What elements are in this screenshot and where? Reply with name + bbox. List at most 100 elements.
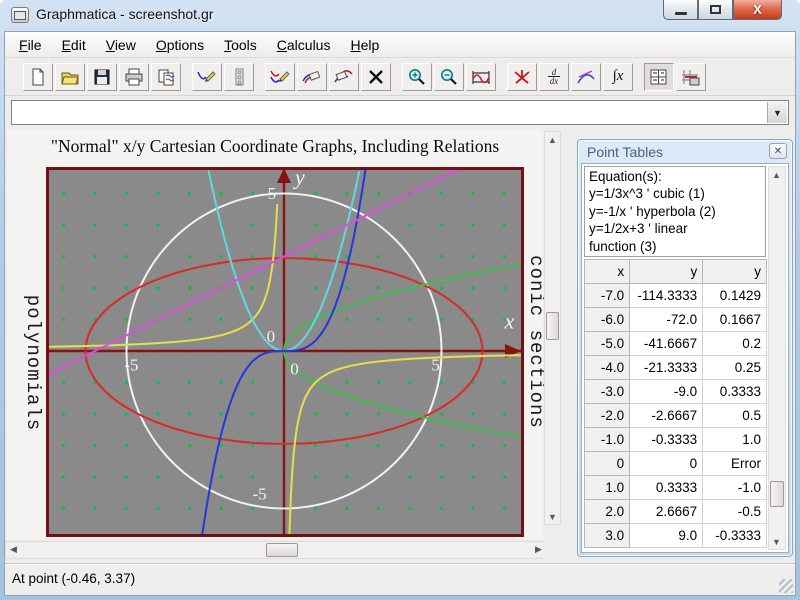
data-plot-editor-button[interactable]	[224, 63, 254, 91]
app-window: FileEditViewOptionsToolsCalculusHelp ddx…	[4, 31, 796, 596]
table-cell: -3.0	[585, 380, 630, 404]
graph-view[interactable]: "Normal" x/y Cartesian Coordinate Graphs…	[7, 129, 543, 539]
table-cell: 1.0	[703, 428, 767, 452]
left-margin-label: polynomials	[22, 295, 44, 431]
scroll-up-icon[interactable]: ▲	[769, 167, 784, 182]
table-cell: 0	[585, 452, 630, 476]
svg-text:0: 0	[290, 360, 299, 379]
zoom-out-button[interactable]	[434, 63, 464, 91]
redraw-all-button[interactable]	[265, 63, 295, 91]
scroll-up-icon[interactable]: ▲	[545, 132, 560, 147]
zoom-in-button[interactable]	[402, 63, 432, 91]
close-button[interactable]: X	[733, 0, 782, 20]
table-cell: 3.0	[585, 524, 630, 548]
chevron-down-icon: ▼	[773, 108, 782, 118]
integrate-button[interactable]: ∫x	[603, 63, 633, 91]
table-cell: 0.3333	[630, 476, 703, 500]
toggle-point-tables-button[interactable]	[644, 63, 674, 91]
menu-item-calculus[interactable]: Calculus	[267, 34, 341, 56]
svg-text:5: 5	[268, 184, 277, 203]
toolbar: ddx ∫x	[5, 58, 795, 96]
open-file-button[interactable]	[55, 63, 85, 91]
client-area: "Normal" x/y Cartesian Coordinate Graphs…	[5, 128, 795, 595]
table-cell: -0.3333	[630, 428, 703, 452]
maximize-button[interactable]	[698, 0, 733, 20]
close-icon: ✕	[774, 146, 782, 157]
find-derivative-button[interactable]: ddx	[539, 63, 569, 91]
menu-item-tools[interactable]: Tools	[214, 34, 267, 56]
new-file-button[interactable]	[23, 63, 53, 91]
panel-scrollbar[interactable]: ▲ ▼	[768, 166, 786, 550]
menu-item-help[interactable]: Help	[340, 34, 389, 56]
table-cell: -6.0	[585, 308, 630, 332]
find-critical-points-button[interactable]	[507, 63, 537, 91]
status-text: At point (-0.46, 3.37)	[12, 571, 135, 586]
table-cell: -114.3333	[630, 284, 703, 308]
table-row: -7.0-114.33330.1429	[585, 284, 767, 308]
minimize-button[interactable]	[663, 0, 698, 20]
menu-item-file[interactable]: File	[9, 34, 52, 56]
draw-graph-button[interactable]	[192, 63, 222, 91]
table-cell: 0.5	[703, 404, 767, 428]
integral-icon: ∫x	[613, 68, 624, 85]
save-button[interactable]	[87, 63, 117, 91]
scroll-down-icon[interactable]: ▼	[545, 509, 560, 524]
minimize-icon	[675, 12, 687, 15]
equation-line: y=1/2x+3 ' linear	[589, 220, 761, 237]
horizontal-scroll-thumb[interactable]	[266, 543, 298, 557]
table-cell: 2.0	[585, 500, 630, 524]
equation-input[interactable]	[13, 102, 766, 123]
table-cell: -21.3333	[630, 356, 703, 380]
table-cell: 0.3333	[703, 380, 767, 404]
panel-scroll-thumb[interactable]	[770, 481, 784, 507]
horizontal-scrollbar[interactable]: ◀ ▶	[5, 541, 547, 559]
svg-text:5: 5	[431, 356, 440, 375]
table-cell: 1.0	[585, 476, 630, 500]
copy-button[interactable]	[151, 63, 181, 91]
svg-text:x: x	[504, 308, 515, 333]
table-row: -3.0-9.00.3333	[585, 380, 767, 404]
table-cell: -9.0	[630, 380, 703, 404]
table-cell: -7.0	[585, 284, 630, 308]
point-tables-panel[interactable]: Point Tables ✕ Equation(s):y=1/3x^3 ' cu…	[577, 139, 793, 557]
default-grid-range-button[interactable]	[466, 63, 496, 91]
table-cell: -0.3333	[703, 524, 767, 548]
equation-combobox[interactable]: ▼	[11, 100, 789, 125]
title-bar[interactable]: Graphmatica - screenshot.gr X	[0, 0, 800, 31]
table-row: -6.0-72.00.1667	[585, 308, 767, 332]
table-cell: -41.6667	[630, 332, 703, 356]
resize-grip[interactable]	[779, 579, 793, 593]
scroll-down-icon[interactable]: ▼	[769, 534, 784, 549]
table-row: -5.0-41.66670.2	[585, 332, 767, 356]
point-tables-titlebar[interactable]: Point Tables ✕	[578, 140, 792, 163]
delete-all-graphs-button[interactable]	[361, 63, 391, 91]
column-header: x	[585, 260, 630, 284]
equation-list[interactable]: Equation(s):y=1/3x^3 ' cubic (1)y=-1/x '…	[584, 166, 766, 257]
point-table[interactable]: xyy-7.0-114.33330.1429-6.0-72.00.1667-5.…	[584, 259, 767, 552]
table-cell: 0.1429	[703, 284, 767, 308]
table-cell: -4.0	[585, 356, 630, 380]
edit-annotations-button[interactable]	[676, 63, 706, 91]
vertical-scrollbar[interactable]: ▲ ▼	[544, 131, 561, 525]
svg-text:-5: -5	[253, 485, 267, 504]
scroll-left-icon[interactable]: ◀	[6, 542, 21, 557]
column-header: y	[703, 260, 767, 284]
plot-canvas[interactable]: 5-55-500xy	[46, 167, 524, 537]
menu-item-edit[interactable]: Edit	[52, 34, 96, 56]
menu-item-view[interactable]: View	[96, 34, 146, 56]
maximize-icon	[710, 5, 721, 14]
table-cell: 0.2	[703, 332, 767, 356]
table-cell: -1.0	[585, 428, 630, 452]
erase-graph-button[interactable]	[329, 63, 359, 91]
vertical-scroll-thumb[interactable]	[546, 312, 559, 340]
hide-graph-button[interactable]	[297, 63, 327, 91]
point-tables-close-button[interactable]: ✕	[769, 143, 787, 159]
column-header: y	[630, 260, 703, 284]
print-button[interactable]	[119, 63, 149, 91]
combo-dropdown-button[interactable]: ▼	[767, 102, 787, 123]
table-cell: -72.0	[630, 308, 703, 332]
menu-item-options[interactable]: Options	[146, 34, 214, 56]
draw-tangent-line-button[interactable]	[571, 63, 601, 91]
window-frame: Graphmatica - screenshot.gr X FileEditVi…	[0, 0, 800, 600]
app-icon	[11, 7, 29, 23]
